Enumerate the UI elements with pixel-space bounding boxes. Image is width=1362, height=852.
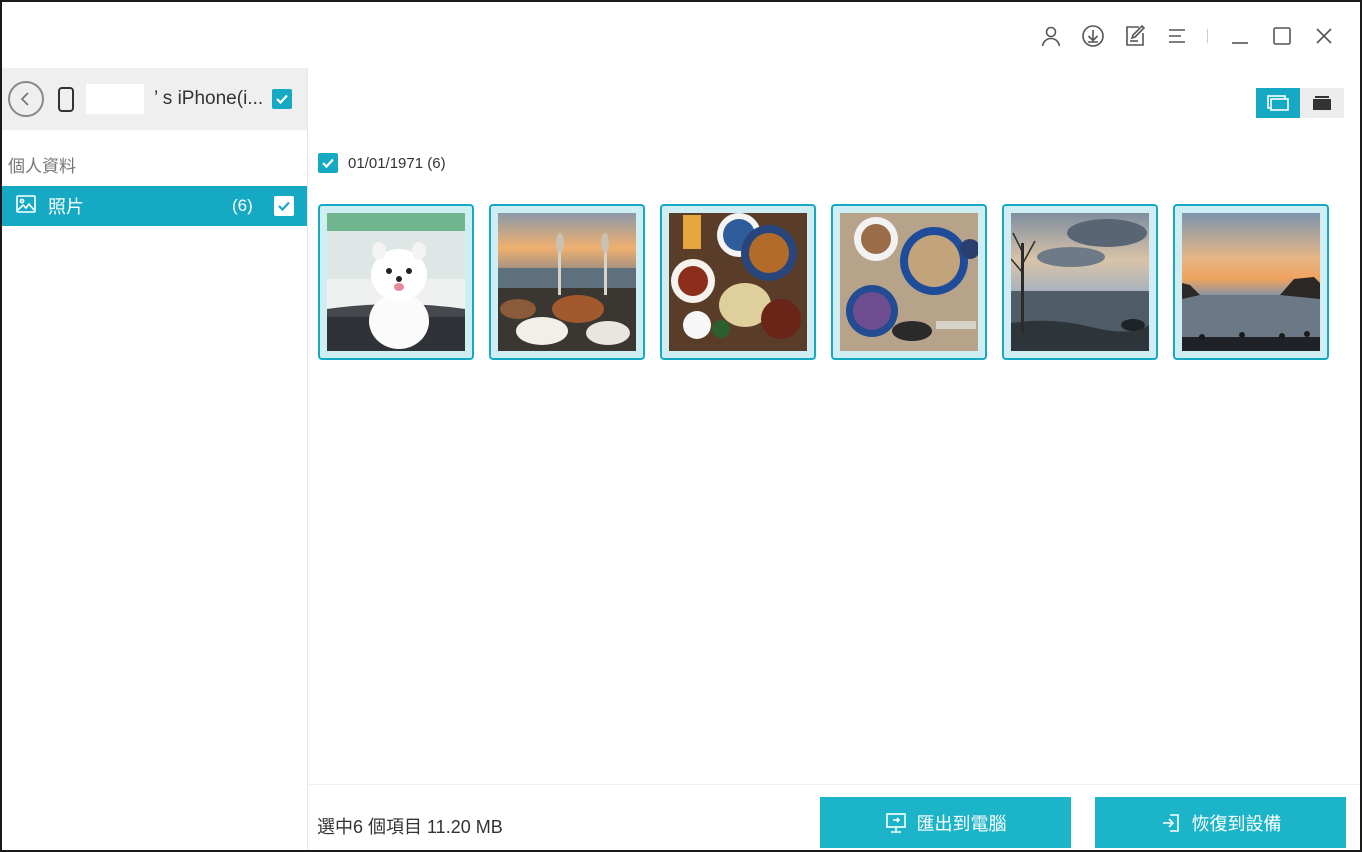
- photo-thumbnail[interactable]: [831, 204, 987, 360]
- thumbnail-view-icon: [1267, 95, 1289, 111]
- edit-icon[interactable]: [1119, 20, 1151, 52]
- sidebar-item-label: 照片: [48, 197, 84, 217]
- back-button[interactable]: [8, 81, 44, 117]
- checkmark-icon: [278, 201, 290, 212]
- photo-thumbnail[interactable]: [318, 204, 474, 360]
- view-toggle: [1256, 88, 1344, 118]
- title-bar-separator: [1207, 29, 1208, 43]
- export-to-computer-icon: [885, 812, 906, 833]
- list-view-icon: [1313, 96, 1331, 110]
- export-to-computer-button[interactable]: 匯出到電腦: [820, 797, 1071, 848]
- restore-to-device-button[interactable]: 恢復到設備: [1095, 797, 1346, 848]
- restore-to-device-icon: [1162, 813, 1179, 832]
- photo-sea-sunset: [1011, 213, 1149, 351]
- photo-dog: [327, 213, 465, 351]
- photo-icon: [16, 194, 36, 218]
- close-icon[interactable]: [1308, 20, 1340, 52]
- user-icon[interactable]: [1035, 20, 1067, 52]
- main-content: 01/01/1971 (6): [309, 68, 1360, 784]
- photo-thumbnail[interactable]: [489, 204, 645, 360]
- section-label: 個人資料: [8, 157, 76, 176]
- photo-thumbnail[interactable]: [660, 204, 816, 360]
- photo-beach-dinner: [498, 213, 636, 351]
- export-button-label: 匯出到電腦: [916, 813, 1007, 834]
- title-bar-icons: [1025, 20, 1340, 52]
- phone-icon: [58, 86, 74, 112]
- photo-grid: [318, 204, 1344, 360]
- photo-thumbnail[interactable]: [1002, 204, 1158, 360]
- list-view-button[interactable]: [1300, 88, 1344, 118]
- title-bar: [2, 2, 1360, 68]
- maximize-icon[interactable]: [1266, 20, 1298, 52]
- footer-bar: 選中6 個項目 11.20 MB 匯出到電腦 恢復到設備: [309, 784, 1360, 850]
- sidebar-item-photos[interactable]: 照片 (6): [2, 186, 307, 226]
- checkmark-icon: [276, 94, 288, 105]
- app-window: ’ s iPhone(i... 個人資料 照片 (6) 01/01/1971 (…: [0, 0, 1362, 852]
- photo-food-bowls: [840, 213, 978, 351]
- device-bar: ’ s iPhone(i...: [2, 68, 307, 130]
- device-checkbox[interactable]: [272, 89, 292, 109]
- minimize-icon[interactable]: [1224, 20, 1256, 52]
- photo-food-spread: [669, 213, 807, 351]
- restore-button-label: 恢復到設備: [1191, 813, 1282, 834]
- device-name-redaction: [86, 84, 144, 114]
- download-icon[interactable]: [1077, 20, 1109, 52]
- checkmark-icon: [322, 158, 334, 169]
- date-group-label: 01/01/1971 (6): [348, 154, 446, 172]
- selection-summary: 選中6 個項目 11.20 MB: [317, 817, 503, 837]
- date-group-checkbox[interactable]: [318, 153, 338, 173]
- device-name: ’ s iPhone(i...: [154, 88, 264, 109]
- sidebar-item-checkbox[interactable]: [274, 196, 294, 216]
- photo-coast-sunset: [1182, 213, 1320, 351]
- date-group-header: 01/01/1971 (6): [318, 153, 446, 173]
- chevron-left-icon: [20, 92, 29, 106]
- sidebar-item-count: (6): [232, 196, 253, 215]
- menu-icon[interactable]: [1161, 20, 1193, 52]
- sidebar: ’ s iPhone(i... 個人資料 照片 (6): [2, 68, 308, 850]
- photo-thumbnail[interactable]: [1173, 204, 1329, 360]
- thumbnail-view-button[interactable]: [1256, 88, 1300, 118]
